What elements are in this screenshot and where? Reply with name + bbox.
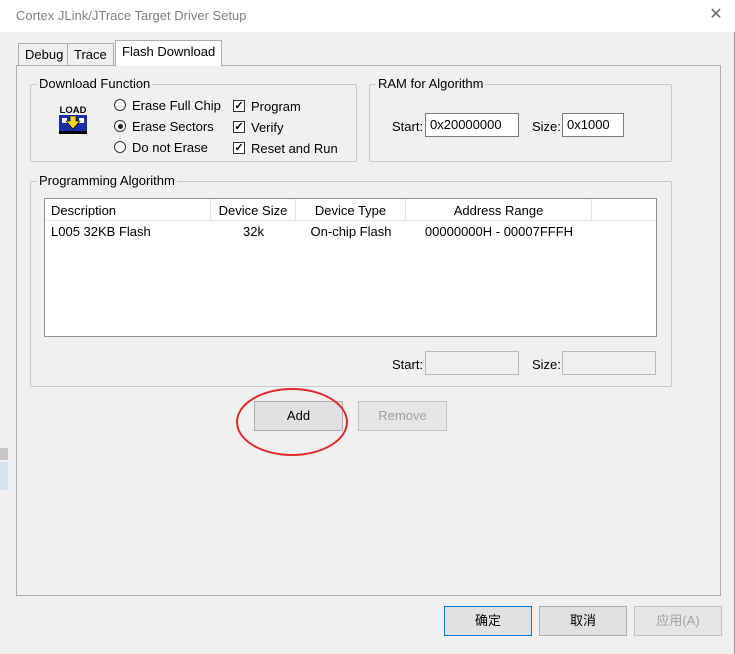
verify-label: Verify xyxy=(251,119,284,135)
radio-erase-sectors[interactable]: Erase Sectors xyxy=(114,118,214,134)
radio-do-not-erase[interactable]: Do not Erase xyxy=(114,139,208,155)
remove-button[interactable]: Remove xyxy=(358,401,447,431)
radio-erase-full-chip[interactable]: Erase Full Chip xyxy=(114,97,221,113)
radio-button[interactable] xyxy=(114,120,126,132)
dialog-window: Cortex JLink/JTrace Target Driver Setup … xyxy=(0,0,735,654)
window-title: Cortex JLink/JTrace Target Driver Setup xyxy=(16,8,247,23)
tab-flash-download-label: Flash Download xyxy=(122,44,216,59)
column-address-range[interactable]: Address Range xyxy=(406,199,592,221)
checkmark-icon[interactable]: ✓ xyxy=(233,100,245,112)
column-filler xyxy=(592,199,656,221)
load-icon: LOAD xyxy=(56,103,90,137)
highlight-circle xyxy=(236,388,348,456)
algo-start-label: Start: xyxy=(392,357,424,372)
erase-full-chip-label: Erase Full Chip xyxy=(132,97,221,113)
checkmark-icon[interactable]: ✓ xyxy=(233,142,245,154)
ram-size-label: Size: xyxy=(532,119,561,134)
radio-button[interactable] xyxy=(114,99,126,111)
load-icon-text: LOAD xyxy=(60,105,87,116)
cell-address-range: 00000000H - 00007FFFH xyxy=(424,224,574,239)
ram-start-input[interactable]: 0x20000000 xyxy=(425,113,519,137)
column-description[interactable]: Description xyxy=(45,199,211,221)
background-window-edge xyxy=(0,448,8,460)
column-device-type[interactable]: Device Type xyxy=(296,199,406,221)
program-label: Program xyxy=(251,98,301,114)
ram-start-label: Start: xyxy=(392,119,424,134)
checkbox-program[interactable]: ✓ Program xyxy=(233,98,301,114)
tab-debug-label: Debug xyxy=(25,47,64,62)
column-device-size[interactable]: Device Size xyxy=(211,199,296,221)
programming-algorithm-label: Programming Algorithm xyxy=(37,173,177,188)
apply-button[interactable]: 应用(A) xyxy=(634,606,722,636)
cell-device-size: 32k xyxy=(243,224,264,239)
cell-device-type: On-chip Flash xyxy=(310,224,392,239)
reset-and-run-label: Reset and Run xyxy=(251,140,338,156)
ram-for-algorithm-label: RAM for Algorithm xyxy=(376,76,486,91)
algo-size-label: Size: xyxy=(532,357,561,372)
ram-size-input[interactable]: 0x1000 xyxy=(562,113,624,137)
cell-description: L005 32KB Flash xyxy=(51,224,151,239)
cancel-button[interactable]: 取消 xyxy=(539,606,627,636)
ok-button[interactable]: 确定 xyxy=(444,606,532,636)
list-header: Description Device Size Device Type Addr… xyxy=(45,199,656,221)
radio-button[interactable] xyxy=(114,141,126,153)
close-icon[interactable]: ✕ xyxy=(705,4,727,26)
background-window-edge xyxy=(0,462,8,490)
checkmark-icon[interactable]: ✓ xyxy=(233,121,245,133)
algo-size-input[interactable] xyxy=(562,351,656,375)
checkbox-reset-and-run[interactable]: ✓ Reset and Run xyxy=(233,140,338,156)
title-bar[interactable]: Cortex JLink/JTrace Target Driver Setup … xyxy=(0,0,735,32)
tab-debug[interactable]: Debug xyxy=(18,43,71,65)
do-not-erase-label: Do not Erase xyxy=(132,139,208,155)
download-function-label: Download Function xyxy=(37,76,153,91)
tab-trace[interactable]: Trace xyxy=(67,43,114,65)
checkbox-verify[interactable]: ✓ Verify xyxy=(233,119,284,135)
erase-sectors-label: Erase Sectors xyxy=(132,118,214,134)
tab-flash-download[interactable]: Flash Download xyxy=(115,40,223,66)
algo-start-input[interactable] xyxy=(425,351,519,375)
tab-trace-label: Trace xyxy=(74,47,107,62)
table-row[interactable]: L005 32KB Flash 32k On-chip Flash 000000… xyxy=(45,224,592,242)
algorithm-list[interactable]: Description Device Size Device Type Addr… xyxy=(44,198,657,337)
